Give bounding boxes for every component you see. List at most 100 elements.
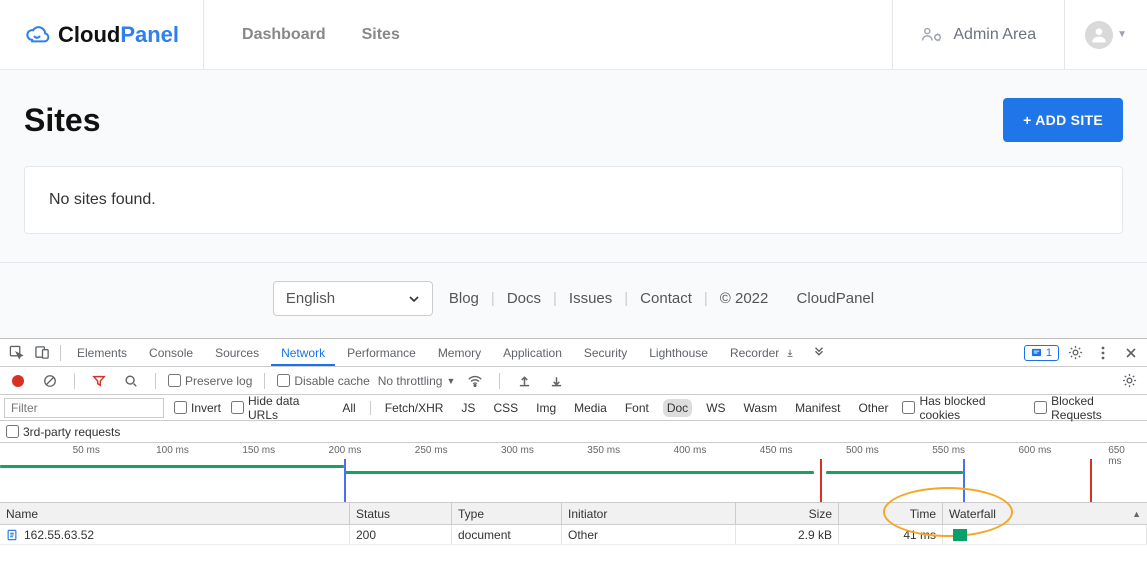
col-time[interactable]: Time [839,503,943,524]
nav-dashboard[interactable]: Dashboard [242,26,326,44]
col-initiator[interactable]: Initiator [562,503,736,524]
disable-cache-checkbox[interactable]: Disable cache [277,374,369,388]
tab-sources[interactable]: Sources [205,340,269,366]
timeline-tick: 600 ms [1018,445,1051,456]
chevron-down-icon [408,293,420,305]
timeline-tick: 200 ms [329,445,362,456]
empty-message: No sites found. [49,191,156,208]
issues-indicator[interactable]: 1 [1024,345,1059,361]
footer-issues[interactable]: Issues [569,290,612,307]
kebab-menu-icon[interactable] [1091,341,1115,365]
blocked-requests-checkbox[interactable]: Blocked Requests [1034,394,1143,422]
upload-har-icon[interactable] [512,369,536,393]
network-grid-header: Name Status Type Initiator Size Time Wat… [0,503,1147,525]
tab-console[interactable]: Console [139,340,203,366]
tab-network[interactable]: Network [271,340,335,366]
tab-recorder[interactable]: Recorder [720,340,805,366]
row-status: 200 [350,525,452,544]
record-button[interactable] [6,369,30,393]
main-nav: Dashboard Sites [204,26,438,44]
tab-performance[interactable]: Performance [337,340,426,366]
type-other[interactable]: Other [854,399,892,417]
col-status[interactable]: Status [350,503,452,524]
tab-memory[interactable]: Memory [428,340,491,366]
filter-input[interactable] [4,398,164,418]
tab-security[interactable]: Security [574,340,637,366]
row-name: 162.55.63.52 [24,528,94,542]
type-media[interactable]: Media [570,399,611,417]
filter-funnel-icon[interactable] [87,369,111,393]
col-waterfall[interactable]: Waterfall▲ [943,503,1147,524]
tab-elements[interactable]: Elements [67,340,137,366]
row-size: 2.9 kB [736,525,839,544]
type-img[interactable]: Img [532,399,560,417]
type-font[interactable]: Font [621,399,653,417]
type-all[interactable]: All [338,399,359,417]
row-initiator: Other [562,525,736,544]
device-toggle-icon[interactable] [30,341,54,365]
timeline-tick: 350 ms [587,445,620,456]
network-toolbar: Preserve log Disable cache No throttling… [0,367,1147,395]
network-settings-gear-icon[interactable] [1117,369,1141,393]
footer-contact[interactable]: Contact [640,290,692,307]
timeline-tick: 550 ms [932,445,965,456]
cloud-logo-icon [24,22,50,48]
settings-gear-icon[interactable] [1063,341,1087,365]
type-ws[interactable]: WS [702,399,729,417]
footer-copyright: © 2022 [720,290,769,307]
invert-checkbox[interactable]: Invert [174,401,221,415]
has-blocked-cookies-checkbox[interactable]: Has blocked cookies [902,394,1024,422]
network-filter-bar-2: 3rd-party requests [0,421,1147,443]
col-name[interactable]: Name [0,503,350,524]
clear-button[interactable] [38,369,62,393]
timeline-tick: 150 ms [242,445,275,456]
devtools-tabs: Elements Console Sources Network Perform… [0,339,1147,367]
row-time: 41 ms [839,525,943,544]
user-menu[interactable]: ▼ [1064,0,1147,69]
tab-lighthouse[interactable]: Lighthouse [639,340,718,366]
preserve-log-checkbox[interactable]: Preserve log [168,374,252,388]
footer-docs[interactable]: Docs [507,290,541,307]
brand-text: CloudPanel [58,22,179,48]
footer-blog[interactable]: Blog [449,290,479,307]
document-icon [6,529,18,541]
nav-sites[interactable]: Sites [362,26,400,44]
col-type[interactable]: Type [452,503,562,524]
add-site-button[interactable]: + ADD SITE [1003,98,1123,142]
wifi-icon[interactable] [463,369,487,393]
inspect-icon[interactable] [4,341,28,365]
type-wasm[interactable]: Wasm [740,399,782,417]
col-size[interactable]: Size [736,503,839,524]
hide-data-urls-checkbox[interactable]: Hide data URLs [231,394,328,422]
page-title: Sites [24,102,100,139]
timeline-tick: 250 ms [415,445,448,456]
throttling-select[interactable]: No throttling ▼ [378,374,456,388]
avatar-icon [1085,21,1113,49]
timeline-tick: 300 ms [501,445,534,456]
close-devtools-icon[interactable] [1119,341,1143,365]
brand[interactable]: CloudPanel [0,0,204,69]
network-timeline[interactable]: 50 ms100 ms150 ms200 ms250 ms300 ms350 m… [0,443,1147,503]
third-party-checkbox[interactable]: 3rd-party requests [6,425,120,439]
language-value: English [286,290,335,307]
type-js[interactable]: JS [457,399,479,417]
search-icon[interactable] [119,369,143,393]
type-doc[interactable]: Doc [663,399,692,417]
admin-area-label: Admin Area [953,26,1036,44]
devtools-panel: Elements Console Sources Network Perform… [0,338,1147,545]
tab-application[interactable]: Application [493,340,572,366]
sites-empty-card: No sites found. [24,166,1123,234]
network-row[interactable]: 162.55.63.52 200 document Other 2.9 kB 4… [0,525,1147,545]
more-tabs-icon[interactable] [807,341,831,365]
timeline-tick: 500 ms [846,445,879,456]
row-waterfall [943,525,1147,544]
type-css[interactable]: CSS [489,399,522,417]
type-fetch[interactable]: Fetch/XHR [381,399,448,417]
footer-product: CloudPanel [797,290,875,307]
language-select[interactable]: English [273,281,433,316]
download-har-icon[interactable] [544,369,568,393]
chevron-down-icon: ▼ [1117,29,1127,40]
type-manifest[interactable]: Manifest [791,399,844,417]
timeline-tick: 400 ms [674,445,707,456]
admin-area-link[interactable]: Admin Area [892,0,1064,69]
